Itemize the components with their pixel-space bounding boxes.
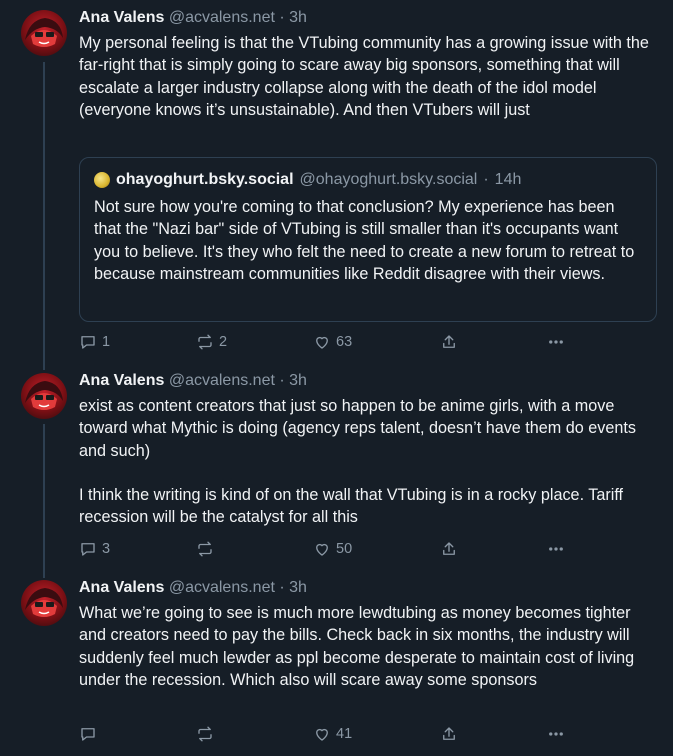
more-button[interactable] — [547, 332, 565, 352]
author-handle[interactable]: @acvalens.net — [169, 9, 275, 26]
post-text: exist as content creators that just so h… — [79, 395, 657, 528]
like-count: 50 — [336, 541, 353, 557]
like-button[interactable]: 63 — [313, 332, 352, 352]
repost-button[interactable] — [196, 539, 219, 559]
more-icon — [549, 340, 563, 344]
repost-icon — [198, 334, 212, 350]
reply-icon — [81, 336, 95, 349]
heart-icon — [316, 728, 328, 741]
post-time[interactable]: 3h — [289, 9, 307, 26]
author-avatar[interactable] — [21, 10, 67, 56]
more-button[interactable] — [547, 724, 565, 744]
author-avatar[interactable] — [21, 580, 67, 626]
quote-time: 14h — [494, 171, 522, 188]
post-time[interactable]: 3h — [289, 579, 307, 596]
separator-dot: · — [483, 171, 489, 188]
author-name[interactable]: Ana Valens — [79, 372, 164, 389]
like-count: 63 — [336, 334, 353, 350]
author-avatar[interactable] — [21, 373, 67, 419]
repost-button[interactable]: 2 — [196, 332, 227, 352]
quote-avatar — [94, 172, 110, 188]
repost-icon — [198, 726, 212, 742]
quote-author-handle: @ohayoghurt.bsky.social — [299, 171, 478, 188]
heart-icon — [316, 543, 328, 556]
reply-count: 3 — [102, 541, 111, 557]
reply-button[interactable] — [79, 724, 102, 744]
share-button[interactable] — [440, 332, 458, 352]
separator-dot: · — [279, 579, 285, 596]
share-button[interactable] — [440, 539, 458, 559]
quote-author-name: ohayoghurt.bsky.social — [116, 171, 294, 188]
post-paragraph: I think the writing is kind of on the wa… — [79, 485, 624, 527]
post-time[interactable]: 3h — [289, 372, 307, 389]
heart-icon — [316, 336, 328, 349]
post-text: My personal feeling is that the VTubing … — [79, 32, 657, 121]
quote-header: ohayoghurt.bsky.social @ohayoghurt.bsky.… — [94, 170, 642, 190]
quote-text: Not sure how you're coming to that concl… — [94, 198, 635, 283]
more-icon — [549, 732, 563, 736]
repost-icon — [198, 541, 212, 557]
post-content: Ana Valens @acvalens.net · 3h My persona… — [79, 8, 657, 121]
author-name[interactable]: Ana Valens — [79, 9, 164, 26]
repost-button[interactable] — [196, 724, 219, 744]
share-button[interactable] — [440, 724, 458, 744]
post-actions: 1 2 63 — [79, 332, 579, 352]
more-icon — [549, 547, 563, 551]
reply-icon — [81, 728, 95, 741]
share-icon — [443, 542, 455, 555]
post-header: Ana Valens @acvalens.net · 3h — [79, 371, 657, 391]
post-actions: 41 — [79, 724, 579, 744]
post-paragraph: My personal feeling is that the VTubing … — [79, 34, 649, 119]
thread-line — [43, 424, 45, 578]
post-content: Ana Valens @acvalens.net · 3h What we’re… — [79, 578, 657, 691]
more-button[interactable] — [547, 539, 565, 559]
share-icon — [443, 727, 455, 740]
separator-dot: · — [279, 9, 285, 26]
author-name[interactable]: Ana Valens — [79, 579, 164, 596]
post-actions: 3 50 — [79, 539, 579, 559]
post-text: What we’re going to see is much more lew… — [79, 602, 657, 691]
post-content: Ana Valens @acvalens.net · 3h exist as c… — [79, 371, 657, 528]
separator-dot: · — [279, 372, 285, 389]
reply-icon — [81, 543, 95, 556]
reply-button[interactable]: 3 — [79, 539, 110, 559]
reply-button[interactable]: 1 — [79, 332, 110, 352]
like-button[interactable]: 50 — [313, 539, 352, 559]
author-handle[interactable]: @acvalens.net — [169, 372, 275, 389]
post-paragraph: What we’re going to see is much more lew… — [79, 604, 635, 689]
like-button[interactable]: 41 — [313, 724, 352, 744]
thread-line — [43, 62, 45, 370]
post-header: Ana Valens @acvalens.net · 3h — [79, 8, 657, 28]
like-count: 41 — [336, 726, 353, 742]
post-paragraph: exist as content creators that just so h… — [79, 397, 636, 460]
quoted-post[interactable]: ohayoghurt.bsky.social @ohayoghurt.bsky.… — [79, 157, 657, 322]
reply-count: 1 — [102, 334, 111, 350]
share-icon — [443, 335, 455, 348]
author-handle[interactable]: @acvalens.net — [169, 579, 275, 596]
repost-count: 2 — [219, 334, 228, 350]
post-header: Ana Valens @acvalens.net · 3h — [79, 578, 657, 598]
